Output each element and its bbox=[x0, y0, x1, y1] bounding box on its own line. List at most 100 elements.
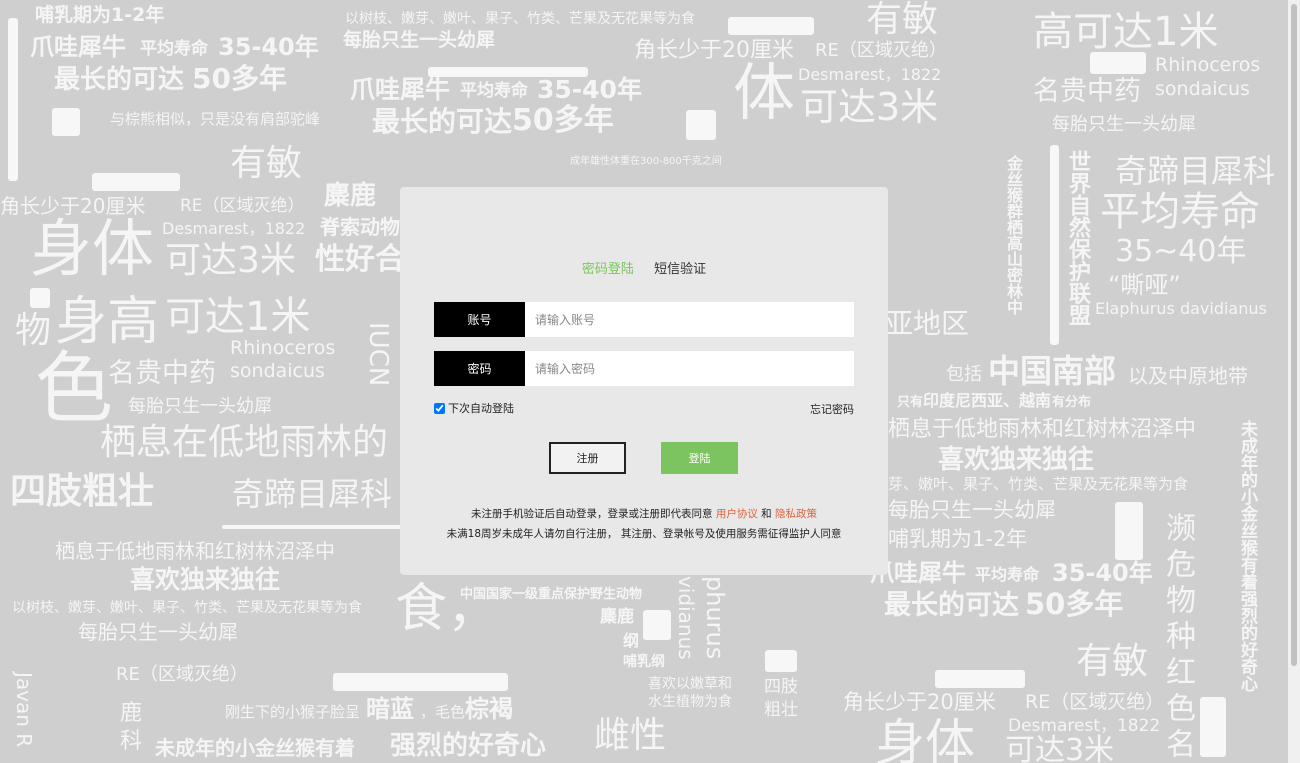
bg-block bbox=[1050, 145, 1059, 345]
auto-login[interactable]: 下次自动登陆 bbox=[434, 400, 514, 416]
forgot-password-link[interactable]: 忘记密码 bbox=[810, 401, 854, 417]
bg-block bbox=[92, 173, 180, 191]
bg-word: 喜欢独来独往 bbox=[130, 565, 281, 594]
bg-block bbox=[333, 673, 508, 691]
bg-word: Javan R bbox=[12, 672, 36, 748]
bg-word: 强烈的好奇心 bbox=[390, 731, 547, 761]
bg-word: 色 bbox=[1160, 692, 1195, 722]
bg-word: 麋鹿 bbox=[324, 181, 377, 211]
bg-word: 可达3米 bbox=[1005, 733, 1115, 763]
bg-word: 每胎只生一头幼犀 bbox=[78, 620, 238, 644]
bg-word: 哺乳期为1-2年 bbox=[35, 4, 165, 26]
bg-word: 水生植物为食 bbox=[648, 694, 732, 710]
bg-word: 印度尼西亚、越南 bbox=[923, 391, 1052, 410]
bg-block bbox=[1200, 697, 1226, 757]
bg-word: 奇蹄目犀科 bbox=[232, 475, 393, 513]
bg-word: 未成年的小金丝猴有着强烈的好奇心 bbox=[1237, 420, 1257, 692]
bg-word: RE（区域灭绝） bbox=[815, 40, 947, 61]
auto-login-checkbox[interactable] bbox=[434, 402, 445, 414]
bg-word: 哺乳纲 bbox=[623, 654, 665, 670]
bg-word: 35~40年 bbox=[1115, 234, 1247, 269]
bg-word: 最长的可达 bbox=[884, 590, 1019, 621]
bg-word: 爪哇犀牛 bbox=[350, 75, 451, 104]
bg-block bbox=[935, 670, 1025, 688]
bg-word: 角长少于20厘米 bbox=[843, 690, 996, 714]
page-scrollbar[interactable] bbox=[1288, 0, 1300, 763]
bg-word: Elaphurus davidianus bbox=[1095, 299, 1267, 318]
bg-word: 平均寿命 bbox=[140, 39, 208, 59]
tab-sms-verification[interactable]: 短信验证 bbox=[654, 258, 706, 277]
bg-word: 爪哇犀牛 bbox=[30, 33, 126, 61]
bg-word: 未成年的小金丝猴有着 bbox=[155, 736, 355, 760]
bg-word: RE（区域灭绝） bbox=[180, 196, 305, 216]
bg-word: 每胎只生一头幼犀 bbox=[343, 29, 496, 51]
bg-block bbox=[52, 108, 80, 136]
account-label: 账号 bbox=[434, 302, 525, 337]
bg-word: 以树枝、嫩芽、嫩叶、果子、竹类、芒果及无花果等为食 bbox=[12, 600, 362, 616]
bg-word: 科 bbox=[120, 729, 143, 754]
bg-word: “嘶哑” bbox=[1108, 271, 1181, 299]
bg-word: Rhinoceros bbox=[230, 337, 336, 359]
bg-word: 暗蓝 bbox=[366, 695, 414, 723]
bg-word: 高可达1米 bbox=[1033, 9, 1219, 55]
bg-word: 身体 bbox=[875, 714, 975, 763]
bg-word: 栖息在低地雨林的 bbox=[100, 422, 389, 463]
bg-block bbox=[643, 610, 671, 640]
bg-word: 喜欢以嫩草和 bbox=[648, 676, 732, 692]
login-button[interactable]: 登陆 bbox=[661, 442, 738, 474]
bg-word: 四肢粗壮 bbox=[10, 471, 155, 512]
bg-word: 物 bbox=[1160, 584, 1195, 614]
bg-word: 雌性 bbox=[594, 715, 667, 756]
bg-word: 可达3米 bbox=[165, 240, 296, 281]
bg-word: 有分布 bbox=[1052, 395, 1092, 410]
bg-word: 50多年 bbox=[1025, 587, 1124, 621]
bg-word: 与棕熊相似，只是没有肩部驼峰 bbox=[110, 110, 321, 128]
bg-word: 世界自然保护联盟 bbox=[1065, 150, 1090, 326]
bg-block bbox=[222, 525, 402, 529]
bg-word: 每胎只生一头幼犀 bbox=[888, 498, 1056, 522]
register-button[interactable]: 注册 bbox=[549, 442, 626, 474]
bg-word: 中国国家一级重点保护野生动物 bbox=[460, 587, 643, 602]
bg-word: 哺乳期为1-2年 bbox=[888, 527, 1028, 551]
account-input[interactable] bbox=[525, 302, 854, 337]
bg-block bbox=[765, 650, 797, 672]
bg-block bbox=[30, 288, 50, 308]
password-input[interactable] bbox=[525, 351, 854, 386]
terms-and: 和 bbox=[761, 508, 772, 520]
bg-word: Desmarest，1822 bbox=[162, 219, 306, 238]
bg-word: 成年雄性体重在300-800千克之间 bbox=[570, 156, 722, 167]
bg-block bbox=[8, 18, 18, 181]
bg-word: 中国南部 bbox=[988, 352, 1117, 390]
bg-word: 脊索动物 bbox=[320, 215, 400, 239]
bg-word: 35-40年 bbox=[537, 75, 642, 104]
bg-word: 芽、嫩叶、果子、竹类、芒果及无花果等为食 bbox=[888, 475, 1189, 493]
bg-word: 名贵中药 bbox=[108, 358, 216, 389]
bg-word: 50多年 bbox=[512, 103, 614, 138]
bg-word: phurus bbox=[701, 576, 729, 660]
password-label: 密码 bbox=[434, 351, 525, 386]
bg-word: 红 bbox=[1160, 656, 1195, 686]
bg-word: 每胎只生一头幼犀 bbox=[128, 396, 272, 417]
scrollbar-thumb[interactable] bbox=[1291, 4, 1297, 666]
privacy-policy-link[interactable]: 隐私政策 bbox=[775, 508, 817, 520]
bg-word: ，毛色 bbox=[420, 703, 466, 721]
bg-word: 最长的可达 bbox=[54, 65, 185, 95]
bg-word: 刚生下的小猴子脸呈 bbox=[225, 703, 361, 721]
user-agreement-link[interactable]: 用户协议 bbox=[716, 508, 758, 520]
bg-word: 危 bbox=[1160, 548, 1195, 578]
minor-notice: 未满18周岁未成年人请勿自行注册， 其注册、登录帐号及使用服务需征得监护人同意 bbox=[446, 528, 842, 540]
bg-word: 35-40年 bbox=[218, 33, 319, 61]
bg-word: 奇蹄目犀科 bbox=[1115, 152, 1276, 190]
bg-word: IUCN bbox=[363, 322, 393, 387]
bg-block bbox=[1115, 502, 1143, 560]
bg-word: 栖息于低地雨林和红树林沼泽中 bbox=[888, 417, 1197, 442]
bg-word: 粗壮 bbox=[764, 700, 798, 720]
bg-word: 有敏 bbox=[866, 0, 939, 40]
bg-word: 纲 bbox=[623, 631, 640, 650]
login-options: 下次自动登陆 忘记密码 bbox=[434, 400, 854, 416]
bg-word: 亚地区 bbox=[885, 307, 970, 340]
login-dialog: 密码登陆 短信验证 账号 密码 下次自动登陆 忘记密码 注册 登陆 未注册手机验… bbox=[400, 187, 888, 575]
tab-password-login[interactable]: 密码登陆 bbox=[582, 258, 634, 277]
bg-word: 35-40年 bbox=[1052, 559, 1153, 587]
bg-word: 身体 bbox=[30, 212, 155, 285]
